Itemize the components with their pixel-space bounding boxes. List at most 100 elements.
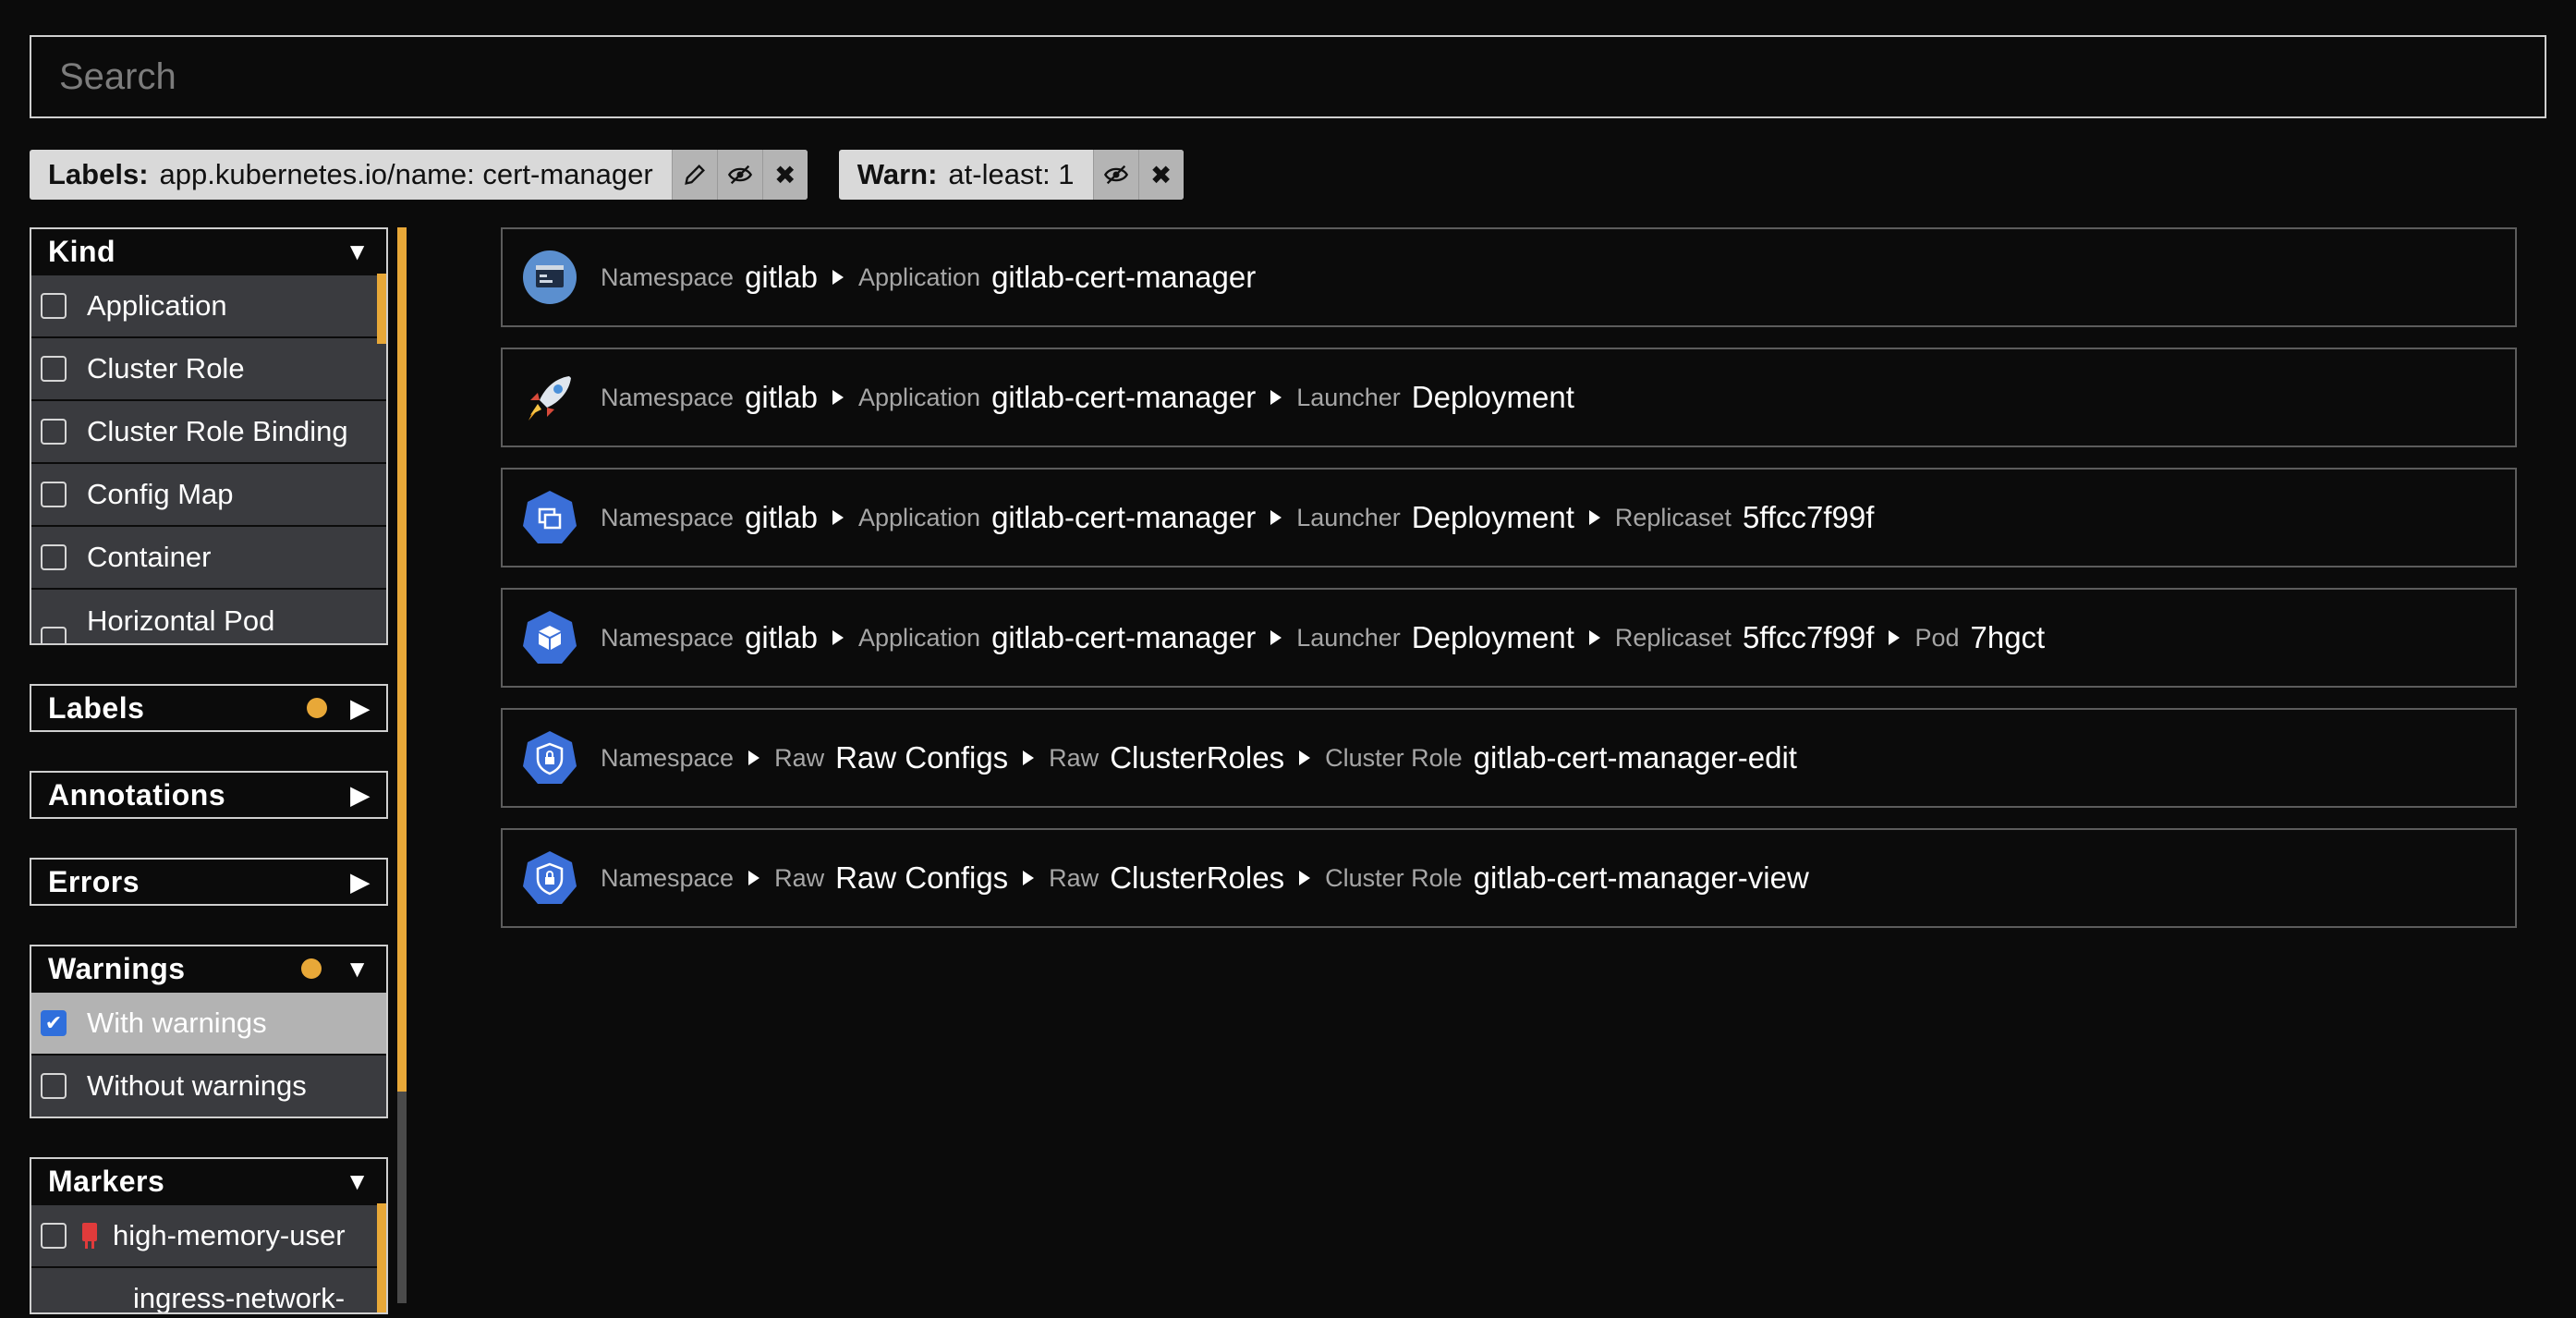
path-value: gitlab-cert-manager [991, 260, 1257, 294]
checkbox[interactable] [41, 544, 67, 570]
caret-right-icon [748, 751, 760, 765]
marker-option[interactable]: ingress-network- [31, 1266, 386, 1314]
option-label: Container [87, 541, 212, 573]
caret-right-icon [832, 390, 844, 405]
active-filter-dot [306, 698, 327, 718]
annotations-panel: Annotations ▶ [30, 771, 388, 819]
panel-title: Annotations [48, 777, 226, 812]
caret-right-icon [1270, 630, 1282, 645]
path-key: Raw [774, 743, 825, 772]
path-key: Application [857, 503, 981, 531]
kind-option[interactable]: Container [31, 525, 386, 588]
kind-option[interactable]: Application [31, 274, 386, 336]
path-key: Application [857, 262, 981, 291]
path-value: gitlab [745, 380, 818, 414]
path-key: Launcher [1296, 383, 1401, 411]
hide-icon[interactable] [1092, 150, 1138, 200]
path-key: Application [857, 623, 981, 652]
path-value: 5ffcc7f99f [1742, 620, 1875, 654]
annotations-panel-header[interactable]: Annotations ▶ [31, 773, 386, 817]
path-key: Cluster Role [1325, 743, 1463, 772]
warnings-option[interactable]: Without warnings [31, 1054, 386, 1117]
path-value: Raw Configs [835, 740, 1009, 775]
path-key: Replicaset [1614, 503, 1732, 531]
cluster-role-icon [521, 849, 578, 907]
edit-icon[interactable] [671, 150, 717, 200]
option-label: high-memory-user [113, 1219, 346, 1251]
panel-title: Warnings [48, 951, 186, 985]
path-value: 7hgct [1970, 620, 2046, 654]
path-key: Namespace [601, 503, 735, 531]
checkbox-checked[interactable]: ✔ [41, 1010, 67, 1036]
warnings-list: ✔ With warnings Without warnings [31, 991, 386, 1117]
caret-right-icon [748, 871, 760, 885]
path-value: Deployment [1411, 620, 1574, 654]
caret-right-icon [832, 630, 844, 645]
result-row[interactable]: Namespace Raw Raw Configs Raw ClusterRol… [501, 708, 2517, 808]
memory-marker-icon [79, 1221, 100, 1251]
markers-panel-header[interactable]: Markers ▼ [31, 1159, 386, 1203]
labels-panel-header[interactable]: Labels ▶ [31, 686, 386, 730]
checkbox[interactable] [41, 293, 67, 319]
search-input[interactable] [31, 37, 2545, 116]
path-value: Deployment [1411, 380, 1574, 414]
errors-panel-header[interactable]: Errors ▶ [31, 860, 386, 904]
sidebar-scrollbar[interactable] [397, 227, 407, 1303]
chevron-right-icon: ▶ [350, 867, 370, 896]
chip-key: Warn: [857, 158, 938, 190]
close-icon[interactable]: ✖ [1137, 150, 1184, 200]
option-label: With warnings [87, 1007, 267, 1039]
checkbox[interactable] [41, 1073, 67, 1099]
path-key: Raw [1049, 743, 1100, 772]
path-value: gitlab-cert-manager [991, 500, 1257, 534]
option-label: ingress-network- [133, 1282, 346, 1314]
kind-list: Application Cluster Role Cluster Role Bi… [31, 274, 386, 643]
path-value: Deployment [1411, 500, 1574, 534]
checkbox[interactable] [41, 627, 67, 643]
scrollbar-thumb[interactable] [397, 227, 407, 1092]
kind-option[interactable]: Horizontal Pod [31, 588, 386, 643]
kind-option[interactable]: Cluster Role [31, 336, 386, 399]
kind-panel-header[interactable]: Kind ▼ [31, 229, 386, 274]
kind-option[interactable]: Config Map [31, 462, 386, 525]
search-box[interactable] [30, 35, 2546, 118]
path-value: gitlab-cert-manager [991, 620, 1257, 654]
caret-right-icon [1270, 510, 1282, 525]
chevron-down-icon: ▼ [345, 237, 370, 265]
path-value: ClusterRoles [1110, 860, 1285, 895]
checkbox[interactable] [41, 482, 67, 507]
panel-title: Kind [48, 234, 116, 268]
chevron-right-icon: ▶ [350, 780, 370, 809]
caret-right-icon [1588, 510, 1600, 525]
result-row[interactable]: Namespace Raw Raw Configs Raw ClusterRol… [501, 828, 2517, 928]
close-icon[interactable]: ✖ [761, 150, 808, 200]
path-value: gitlab [745, 500, 818, 534]
path-key: Raw [1049, 863, 1100, 892]
path-value: gitlab-cert-manager-view [1473, 860, 1809, 895]
path-value: ClusterRoles [1110, 740, 1285, 775]
option-label: Horizontal Pod [87, 604, 275, 637]
result-row[interactable]: Namespace gitlab Application gitlab-cert… [501, 468, 2517, 567]
warnings-panel-header[interactable]: Warnings ▼ [31, 946, 386, 991]
kind-option[interactable]: Cluster Role Binding [31, 399, 386, 462]
warnings-option[interactable]: ✔ With warnings [31, 991, 386, 1054]
chip-key: Labels: [48, 158, 149, 190]
panel-title: Errors [48, 864, 140, 898]
hide-icon[interactable] [716, 150, 762, 200]
result-row[interactable]: Namespace gitlab Application gitlab-cert… [501, 227, 2517, 327]
checkbox[interactable] [41, 419, 67, 445]
path-key: Pod [1914, 623, 1960, 652]
scrollbar-thumb[interactable] [377, 1203, 386, 1312]
caret-right-icon [1588, 630, 1600, 645]
path-key: Launcher [1296, 503, 1401, 531]
result-row[interactable]: Namespace gitlab Application gitlab-cert… [501, 348, 2517, 447]
results-list: Namespace gitlab Application gitlab-cert… [501, 227, 2517, 948]
result-row[interactable]: Namespace gitlab Application gitlab-cert… [501, 588, 2517, 688]
scrollbar-thumb[interactable] [377, 274, 386, 344]
checkbox[interactable] [41, 356, 67, 382]
chip-value: at-least: 1 [948, 158, 1075, 190]
option-label: Config Map [87, 478, 234, 510]
marker-option[interactable]: high-memory-user [31, 1203, 386, 1266]
checkbox[interactable] [41, 1223, 67, 1249]
caret-right-icon [1270, 390, 1282, 405]
